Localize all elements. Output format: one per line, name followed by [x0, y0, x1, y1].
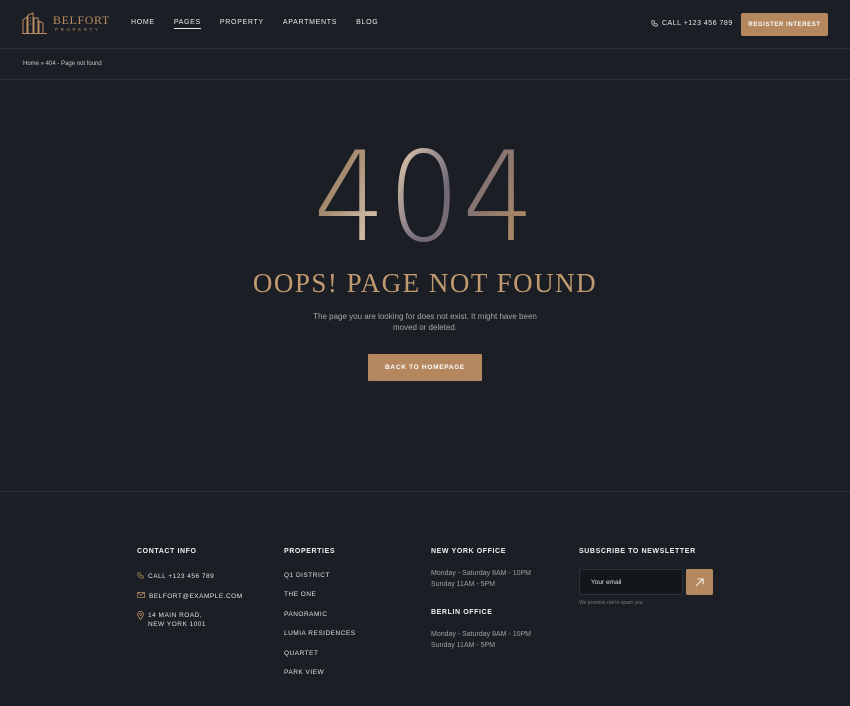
nav-pages[interactable]: PAGES	[173, 19, 201, 29]
breadcrumb[interactable]: Home » 404 - Page not found	[23, 61, 102, 67]
header-phone[interactable]: CALL +123 456 789	[651, 20, 733, 27]
contact-address: 14 MAIN ROAD, NEW YORK 1001	[137, 611, 206, 629]
nav-blog[interactable]: BLOG	[356, 19, 378, 29]
newsletter-note: We promise not to spam you	[579, 600, 643, 606]
newsletter-email-input[interactable]: Your email	[579, 569, 683, 595]
site-header: BELFORT PROPERTY HOME PAGES PROPERTY APA…	[0, 0, 850, 49]
nav-property[interactable]: PROPERTY	[220, 19, 264, 29]
property-link[interactable]: PANORAMIC	[284, 611, 327, 618]
berlin-office-title: BERLIN OFFICE	[431, 609, 493, 616]
contact-email-label: BELFORT@EXAMPLE.COM	[149, 593, 243, 600]
newsletter-title: SUBSCRIBE TO NEWSLETTER	[579, 548, 696, 555]
brand-logo[interactable]: BELFORT PROPERTY	[22, 12, 110, 34]
footer-offices: NEW YORK OFFICE Monday - Saturday 8AM - …	[431, 548, 531, 649]
brand-name: BELFORT	[53, 12, 110, 27]
contact-phone[interactable]: CALL +123 456 789	[137, 572, 214, 581]
footer-contact: CONTACT INFO CALL +123 456 789 BELFORT@E…	[137, 548, 242, 628]
breadcrumb-bar: Home » 404 - Page not found	[0, 49, 850, 80]
header-phone-label: CALL +123 456 789	[662, 20, 733, 27]
back-to-homepage-button[interactable]: BACK TO HOMEPAGE	[368, 354, 482, 381]
error-title: OOPS! PAGE NOT FOUND	[252, 268, 598, 298]
footer-properties: PROPERTIES Q1 DISTRICT THE ONE PANORAMIC…	[284, 548, 355, 676]
phone-icon	[137, 572, 144, 579]
map-pin-icon	[137, 611, 144, 620]
property-link[interactable]: Q1 DISTRICT	[284, 572, 330, 579]
properties-title: PROPERTIES	[284, 548, 336, 555]
brand-tagline: PROPERTY	[55, 26, 101, 32]
berlin-office-hours-sunday: Sunday 11AM - 5PM	[431, 642, 496, 649]
property-link[interactable]: QUARTET	[284, 650, 318, 657]
nav-apartments[interactable]: APARTMENTS	[283, 19, 337, 29]
ny-office-hours-sunday: Sunday 11AM - 5PM	[431, 581, 496, 588]
nav-home[interactable]: HOME	[131, 19, 155, 29]
contact-phone-label: CALL +123 456 789	[148, 573, 215, 580]
contact-email[interactable]: BELFORT@EXAMPLE.COM	[137, 592, 243, 601]
site-footer	[0, 491, 850, 706]
error-code: 404	[34, 133, 816, 263]
property-link[interactable]: THE ONE	[284, 591, 316, 598]
property-link[interactable]: PARK VIEW	[284, 669, 324, 676]
building-logo-icon	[22, 12, 47, 34]
mail-icon	[137, 592, 145, 598]
ny-office-hours-weekday: Monday - Saturday 8AM - 10PM	[431, 570, 531, 577]
contact-address-line1: 14 MAIN ROAD,	[148, 612, 203, 619]
newsletter-submit-button[interactable]	[686, 569, 713, 595]
footer-newsletter: SUBSCRIBE TO NEWSLETTER	[579, 548, 696, 555]
error-message: The page you are looking for does not ex…	[313, 312, 537, 332]
property-link[interactable]: LUMIA RESIDENCES	[284, 630, 356, 637]
contact-address-line2: NEW YORK 1001	[148, 621, 207, 628]
arrow-up-right-icon	[695, 577, 704, 586]
contact-title: CONTACT INFO	[137, 548, 197, 555]
ny-office-title: NEW YORK OFFICE	[431, 548, 506, 555]
main-nav: HOME PAGES PROPERTY APARTMENTS BLOG	[131, 19, 397, 29]
berlin-office-hours-weekday: Monday - Saturday 8AM - 10PM	[431, 631, 531, 638]
phone-icon	[651, 20, 658, 27]
register-interest-button[interactable]: REGISTER INTEREST	[741, 13, 828, 36]
